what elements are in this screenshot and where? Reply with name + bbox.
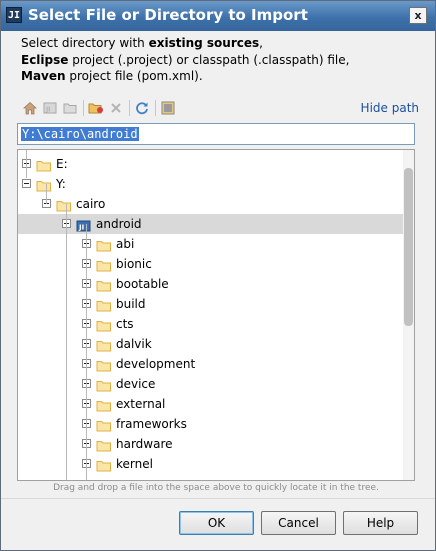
tree-node[interactable]: bionic (18, 254, 404, 274)
tree-node[interactable]: device (18, 374, 404, 394)
folder-icon (96, 398, 112, 412)
tree-node-label: bootable (116, 277, 169, 291)
folder-icon (96, 278, 112, 292)
dialog-description: Select directory with existing sources, … (21, 35, 421, 85)
tree-node[interactable]: cairo (18, 194, 404, 214)
help-button[interactable]: Help (343, 511, 418, 535)
project-icon[interactable]: JI (41, 99, 59, 117)
tree-node-label: cairo (76, 197, 106, 211)
desc-line2-text: project (.project) or classpath (.classp… (68, 52, 350, 67)
tree-node[interactable]: abi (18, 234, 404, 254)
tree-connector-line (26, 150, 27, 178)
show-hidden-icon[interactable] (159, 99, 177, 117)
tree-node[interactable]: external (18, 394, 404, 414)
tree-node-label: bionic (116, 257, 152, 271)
tree-node-label: hardware (116, 437, 173, 451)
new-folder-icon[interactable] (87, 99, 105, 117)
collapse-icon[interactable] (22, 179, 31, 188)
folder-icon (36, 158, 52, 172)
tree-node-label: build (116, 297, 146, 311)
module-folder-icon: JI (76, 218, 92, 232)
folder-icon (96, 418, 112, 432)
close-button[interactable]: x (409, 7, 427, 24)
tree-node[interactable]: dalvik (18, 334, 404, 354)
file-chooser-toolbar: JI Hide path (19, 98, 419, 118)
desc-line1-text: Select directory with (21, 36, 149, 50)
toolbar-separator (155, 100, 156, 116)
tree-node-label: Y: (56, 177, 66, 191)
folder-icon (96, 458, 112, 472)
drag-drop-hint: Drag and drop a file into the space abov… (53, 483, 379, 493)
folder-icon (96, 258, 112, 272)
folder-icon (96, 378, 112, 392)
desc-existing-sources: existing sources (148, 36, 260, 50)
tree-node-label: device (116, 377, 156, 391)
folder-icon (96, 238, 112, 252)
tree-node-label: development (116, 357, 196, 371)
tree-node[interactable]: build (18, 294, 404, 314)
path-field-value: Y:\cairo\android (21, 127, 139, 141)
tree-node[interactable]: JI android (18, 214, 404, 234)
folder-icon (96, 318, 112, 332)
folder-icon (36, 178, 52, 192)
ok-button[interactable]: OK (179, 511, 254, 535)
tree-connector-line (46, 184, 47, 204)
tree-node-label: cts (116, 317, 134, 331)
tree-node[interactable]: cts (18, 314, 404, 334)
dialog-title: Select File or Directory to Import (28, 6, 308, 24)
svg-text:JI: JI (78, 224, 84, 232)
folder-icon (96, 358, 112, 372)
refresh-icon[interactable] (133, 99, 151, 117)
desc-maven: Maven (21, 69, 66, 83)
tree-node-label: dalvik (116, 337, 152, 351)
tree-node-label: E: (56, 157, 68, 171)
tree-node[interactable]: frameworks (18, 414, 404, 434)
svg-text:JI: JI (45, 106, 50, 114)
intellij-app-icon: JI (6, 7, 22, 23)
delete-icon[interactable] (107, 99, 125, 117)
desc-line1-tail: , (259, 36, 263, 50)
tree-node[interactable]: development (18, 354, 404, 374)
tree-node-label: external (116, 397, 166, 411)
toolbar-separator (83, 100, 84, 116)
tree-node-label: android (96, 217, 142, 231)
import-dialog: JI Select File or Directory to Import x … (0, 0, 436, 551)
tree-node-label: frameworks (116, 417, 187, 431)
tree-node[interactable]: kernel (18, 454, 404, 474)
toolbar-separator (129, 100, 130, 116)
tree-scroll-thumb[interactable] (404, 168, 413, 326)
folder-icon (96, 438, 112, 452)
path-field[interactable]: Y:\cairo\android (17, 123, 415, 145)
module-icon[interactable] (61, 99, 79, 117)
tree-node[interactable]: bootable (18, 274, 404, 294)
folder-icon (96, 338, 112, 352)
folder-icon (56, 198, 72, 212)
hide-path-link[interactable]: Hide path (361, 101, 419, 115)
home-icon[interactable] (21, 99, 39, 117)
folder-icon (96, 298, 112, 312)
directory-tree[interactable]: E: Y: cairo JI android abi bionic bootable build… (17, 149, 415, 481)
footer-divider (1, 498, 435, 499)
tree-scrollbar[interactable] (403, 150, 414, 480)
tree-node[interactable]: E: (18, 154, 404, 174)
tree-node-label: kernel (116, 457, 153, 471)
cancel-button[interactable]: Cancel (261, 511, 336, 535)
tree-node[interactable]: hardware (18, 434, 404, 454)
tree-connector-line (86, 224, 87, 480)
tree-node-label: abi (116, 237, 135, 251)
tree-node[interactable]: Y: (18, 174, 404, 194)
desc-eclipse: Eclipse (21, 52, 69, 67)
tree-connector-line (66, 204, 67, 480)
desc-line3-text: project file (pom.xml). (65, 69, 203, 83)
title-bar[interactable]: JI Select File or Directory to Import x (1, 1, 435, 31)
